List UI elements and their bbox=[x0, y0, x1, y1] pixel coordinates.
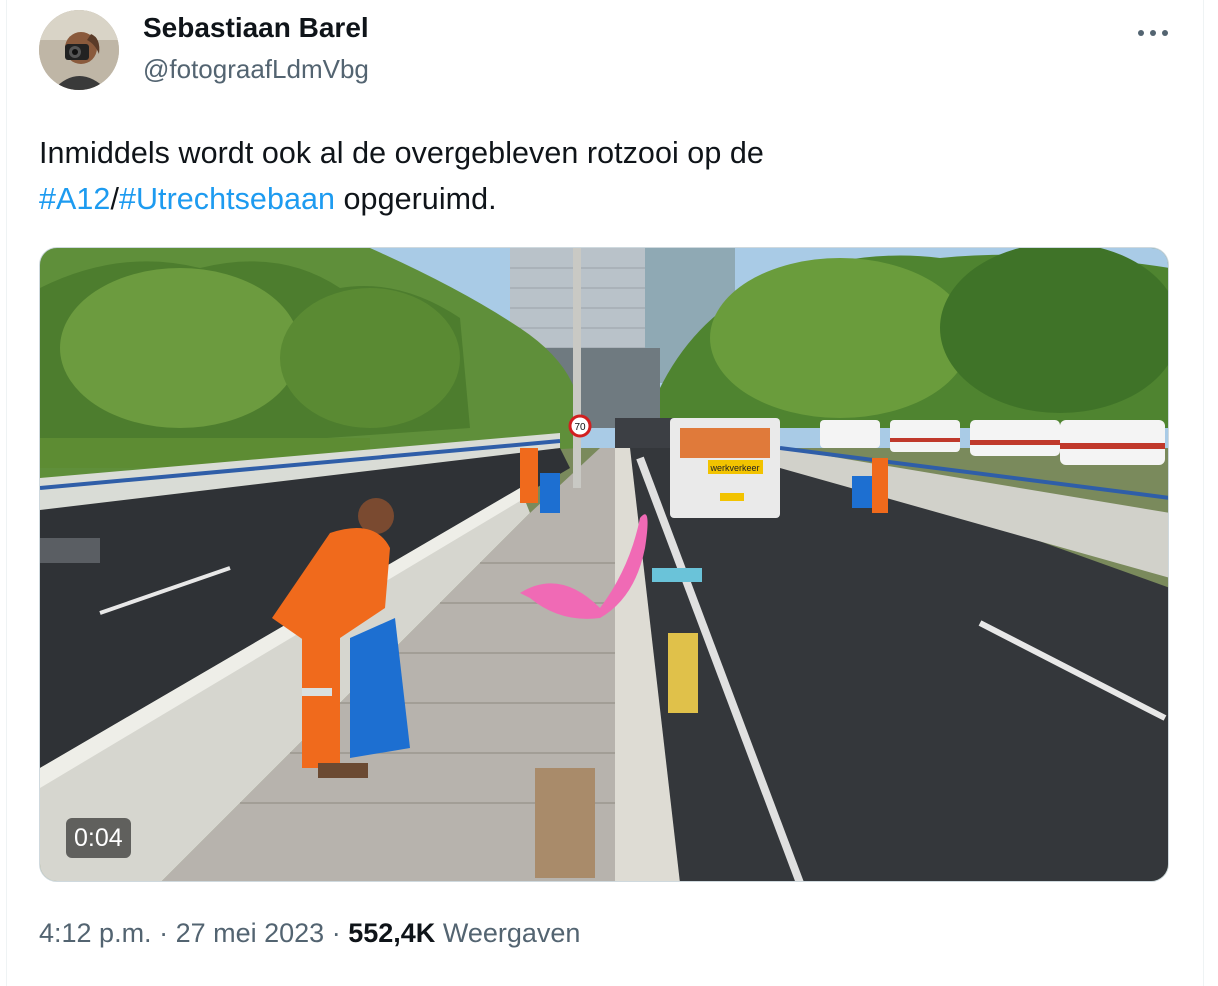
timeline-border-right bbox=[1203, 0, 1204, 986]
views-label: Weergaven bbox=[442, 918, 581, 948]
truck-sign-text: werkverkeer bbox=[709, 463, 759, 473]
tweet-text-line1: Inmiddels wordt ook al de overgebleven r… bbox=[39, 136, 764, 170]
tweet-date[interactable]: 27 mei 2023 bbox=[176, 918, 325, 948]
author-name[interactable]: Sebastiaan Barel bbox=[143, 12, 369, 44]
work-truck: werkverkeer bbox=[670, 418, 780, 518]
views-count: 552,4K bbox=[348, 918, 436, 948]
tweet-text-line2-end: opgeruimd. bbox=[343, 182, 497, 216]
video-player[interactable]: werkverkeer 70 0:04 bbox=[39, 247, 1169, 882]
meta-separator: · bbox=[159, 918, 169, 948]
more-dots-icon bbox=[1138, 30, 1168, 36]
video-duration-badge: 0:04 bbox=[66, 818, 131, 858]
tweet-meta: 4:12 p.m. · 27 mei 2023 · 552,4K Weergav… bbox=[39, 918, 580, 949]
timeline-border-left bbox=[6, 0, 7, 986]
tweet-text: Inmiddels wordt ook al de overgebleven r… bbox=[39, 130, 1169, 222]
tweet-time[interactable]: 4:12 p.m. bbox=[39, 918, 152, 948]
hashtag-a12-link[interactable]: #A12 bbox=[39, 182, 110, 216]
meta-separator: · bbox=[331, 918, 341, 948]
more-options-button[interactable] bbox=[1131, 18, 1175, 48]
video-thumbnail: werkverkeer 70 bbox=[40, 248, 1168, 881]
hashtag-separator: / bbox=[110, 182, 119, 216]
hashtag-utrechtsebaan-link[interactable]: #Utrechtsebaan bbox=[119, 182, 335, 216]
author-avatar[interactable] bbox=[39, 10, 119, 90]
speed-sign-text: 70 bbox=[574, 422, 586, 433]
avatar-photo bbox=[39, 10, 119, 90]
author-handle[interactable]: @fotograafLdmVbg bbox=[143, 54, 369, 85]
